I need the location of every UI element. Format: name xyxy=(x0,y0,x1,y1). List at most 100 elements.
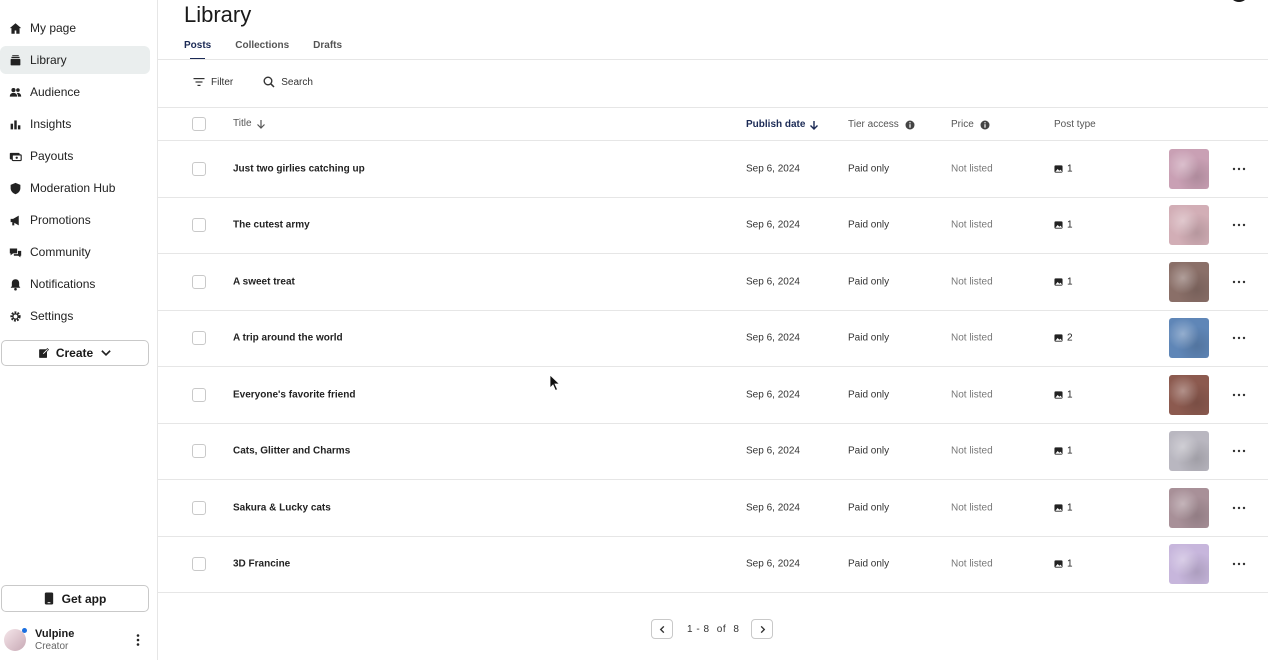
more-vertical-icon[interactable] xyxy=(136,634,140,646)
post-thumbnail[interactable] xyxy=(1169,261,1209,302)
price: Not listed xyxy=(951,502,993,514)
table-header: Title Publish date Tier access Price Pos… xyxy=(158,108,1268,141)
post-title[interactable]: Everyone's favorite friend xyxy=(233,389,355,400)
table-row[interactable]: The cutest army Sep 6, 2024 Paid only No… xyxy=(158,198,1268,254)
post-thumbnail[interactable] xyxy=(1169,318,1209,359)
sidebar-item-library[interactable]: Library xyxy=(0,46,150,74)
sidebar-item-community[interactable]: Community xyxy=(0,238,150,266)
price: Not listed xyxy=(951,332,993,344)
post-title[interactable]: Cats, Glitter and Charms xyxy=(233,446,350,457)
image-count: 1 xyxy=(1067,389,1073,401)
sidebar-item-notifications[interactable]: Notifications xyxy=(0,270,150,298)
row-checkbox[interactable] xyxy=(192,387,206,402)
column-post-type-label: Post type xyxy=(1054,119,1096,130)
row-checkbox[interactable] xyxy=(192,218,206,233)
table-row[interactable]: 3D Francine Sep 6, 2024 Paid only Not li… xyxy=(158,537,1268,593)
payouts-icon xyxy=(9,152,22,161)
create-button-label: Create xyxy=(55,346,94,360)
image-icon xyxy=(1054,165,1063,173)
tier-access: Paid only xyxy=(848,558,890,570)
sidebar-item-payouts[interactable]: Payouts xyxy=(0,142,150,170)
sidebar-item-insights[interactable]: Insights xyxy=(0,110,150,138)
info-icon[interactable] xyxy=(980,120,990,130)
more-horizontal-icon[interactable] xyxy=(1231,561,1247,567)
user-profile[interactable]: Vulpine Creator xyxy=(4,626,154,654)
row-checkbox[interactable] xyxy=(192,274,206,289)
image-count: 1 xyxy=(1067,558,1073,570)
column-publish-date[interactable]: Publish date xyxy=(746,119,819,130)
row-checkbox[interactable] xyxy=(192,557,206,572)
image-icon xyxy=(1054,278,1063,286)
create-button[interactable]: Create xyxy=(1,340,149,366)
row-checkbox[interactable] xyxy=(192,331,206,346)
row-checkbox[interactable] xyxy=(192,500,206,515)
post-type: 1 xyxy=(1054,163,1073,174)
post-thumbnail[interactable] xyxy=(1169,544,1209,585)
table-row[interactable]: A trip around the world Sep 6, 2024 Paid… xyxy=(158,311,1268,367)
post-thumbnail[interactable] xyxy=(1169,431,1209,472)
sidebar-item-promotions[interactable]: Promotions xyxy=(0,206,150,234)
next-page-button[interactable] xyxy=(751,619,774,639)
post-thumbnail[interactable] xyxy=(1169,374,1209,415)
image-icon xyxy=(1054,334,1063,342)
post-title[interactable]: The cutest army xyxy=(233,220,310,231)
post-title[interactable]: A trip around the world xyxy=(233,333,343,344)
image-icon xyxy=(1054,560,1063,568)
tab-posts[interactable]: Posts xyxy=(184,40,211,59)
column-title[interactable]: Title xyxy=(233,118,266,129)
insights-icon xyxy=(10,119,21,129)
select-all-checkbox[interactable] xyxy=(192,117,206,131)
post-thumbnail[interactable] xyxy=(1169,148,1209,189)
table-row[interactable]: Cats, Glitter and Charms Sep 6, 2024 Pai… xyxy=(158,424,1268,480)
more-horizontal-icon[interactable] xyxy=(1231,222,1247,228)
filter-button[interactable]: Filter xyxy=(193,76,233,88)
sidebar-item-settings[interactable]: Settings xyxy=(0,302,150,330)
more-horizontal-icon[interactable] xyxy=(1231,392,1247,398)
more-horizontal-icon[interactable] xyxy=(1231,448,1247,454)
image-icon xyxy=(1054,447,1063,455)
column-price[interactable]: Price xyxy=(951,119,990,130)
tier-access: Paid only xyxy=(848,163,890,175)
image-count: 1 xyxy=(1067,502,1073,514)
post-title[interactable]: Sakura & Lucky cats xyxy=(233,502,331,513)
top-avatar[interactable] xyxy=(1230,0,1248,2)
table-row[interactable]: Everyone's favorite friend Sep 6, 2024 P… xyxy=(158,367,1268,424)
post-title[interactable]: 3D Francine xyxy=(233,559,290,570)
user-name: Vulpine xyxy=(35,627,75,640)
prev-page-button[interactable] xyxy=(651,619,673,639)
page-start: 1 xyxy=(687,623,694,635)
search-button[interactable]: Search xyxy=(263,76,313,88)
post-thumbnail[interactable] xyxy=(1169,205,1209,246)
post-title[interactable]: Just two girlies catching up xyxy=(233,163,365,174)
sidebar-item-moderation-hub[interactable]: Moderation Hub xyxy=(0,174,150,202)
column-post-type[interactable]: Post type xyxy=(1054,119,1096,130)
publish-date: Sep 6, 2024 xyxy=(746,502,800,514)
column-tier-access-label: Tier access xyxy=(848,119,899,130)
sidebar-item-label: My page xyxy=(30,21,77,35)
table-row[interactable]: Sakura & Lucky cats Sep 6, 2024 Paid onl… xyxy=(158,480,1268,537)
publish-date: Sep 6, 2024 xyxy=(746,276,800,288)
row-checkbox[interactable] xyxy=(192,161,206,176)
more-horizontal-icon[interactable] xyxy=(1231,279,1247,285)
info-icon[interactable] xyxy=(905,120,915,130)
post-thumbnail[interactable] xyxy=(1169,487,1209,528)
more-horizontal-icon[interactable] xyxy=(1231,505,1247,511)
sidebar-item-audience[interactable]: Audience xyxy=(0,78,150,106)
publish-date: Sep 6, 2024 xyxy=(746,219,800,231)
column-tier-access[interactable]: Tier access xyxy=(848,119,915,130)
sidebar-item-my-page[interactable]: My page xyxy=(0,14,150,42)
price: Not listed xyxy=(951,276,993,288)
row-checkbox[interactable] xyxy=(192,444,206,459)
filter-label: Filter xyxy=(211,76,234,88)
table-row[interactable]: A sweet treat Sep 6, 2024 Paid only Not … xyxy=(158,254,1268,311)
tab-drafts[interactable]: Drafts xyxy=(313,40,342,59)
post-title[interactable]: A sweet treat xyxy=(233,276,295,287)
page-total: 8 xyxy=(733,623,740,635)
more-horizontal-icon[interactable] xyxy=(1231,166,1247,172)
more-horizontal-icon[interactable] xyxy=(1231,335,1247,341)
table-row[interactable]: Just two girlies catching up Sep 6, 2024… xyxy=(158,141,1268,198)
image-count: 1 xyxy=(1067,276,1073,288)
get-app-button[interactable]: Get app xyxy=(1,585,149,612)
publish-date: Sep 6, 2024 xyxy=(746,332,800,344)
tab-collections[interactable]: Collections xyxy=(235,40,289,59)
